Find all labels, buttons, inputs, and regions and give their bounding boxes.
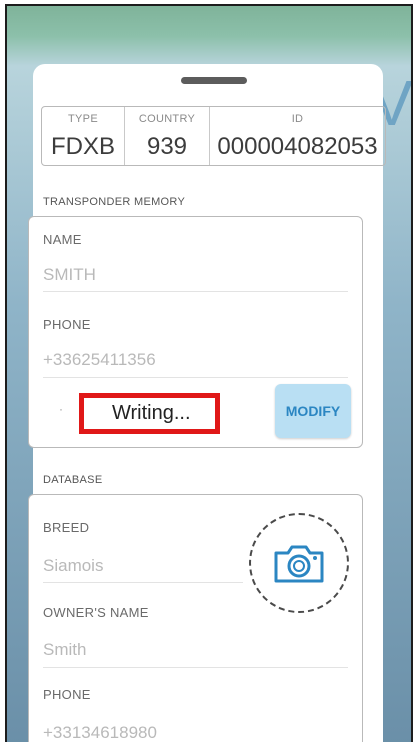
db-phone-label: PHONE <box>43 687 91 702</box>
owner-label: OWNER'S NAME <box>43 605 149 620</box>
database-section-title: DATABASE <box>43 474 103 486</box>
hidden-field-marker: · <box>59 402 63 416</box>
db-phone-field[interactable]: +33134618980 <box>43 723 157 742</box>
modify-button[interactable]: MODIFY <box>275 384 351 438</box>
breed-underline <box>43 582 243 583</box>
name-label: NAME <box>43 232 82 247</box>
writing-status-indicator: Writing... <box>79 393 220 434</box>
country-cell: COUNTRY 939 <box>124 107 209 165</box>
owner-field[interactable]: Smith <box>43 640 86 660</box>
country-value: 939 <box>146 133 188 160</box>
id-cell: ID 000004082053 <box>209 107 385 165</box>
phone-underline <box>43 377 348 378</box>
phone-field[interactable]: +33625411356 <box>43 350 156 370</box>
country-label: COUNTRY <box>138 113 196 125</box>
transponder-section-title: TRANSPONDER MEMORY <box>43 196 186 208</box>
owner-underline <box>43 667 348 668</box>
breed-label: BREED <box>43 520 90 535</box>
transponder-card: NAME SMITH PHONE +33625411356 · Writing.… <box>28 216 363 448</box>
name-field[interactable]: SMITH <box>43 265 96 285</box>
phone-label: PHONE <box>43 317 91 332</box>
name-underline <box>43 291 348 292</box>
camera-icon <box>274 545 324 583</box>
database-card: BREED Siamois OWNER'S NAME Smith PHONE +… <box>28 494 363 742</box>
type-label: TYPE <box>68 113 98 125</box>
type-cell: TYPE FDXB <box>42 107 124 165</box>
breed-field[interactable]: Siamois <box>43 556 103 576</box>
drag-handle[interactable] <box>181 77 247 84</box>
type-value: FDXB <box>50 133 115 160</box>
transponder-id-box: TYPE FDXB COUNTRY 939 ID 000004082053 <box>41 106 386 166</box>
photo-upload-button[interactable] <box>249 513 349 613</box>
app-frame: V TYPE FDXB COUNTRY 939 ID 000004082053 … <box>5 4 413 742</box>
id-label: ID <box>291 113 304 125</box>
id-value: 000004082053 <box>217 133 378 160</box>
